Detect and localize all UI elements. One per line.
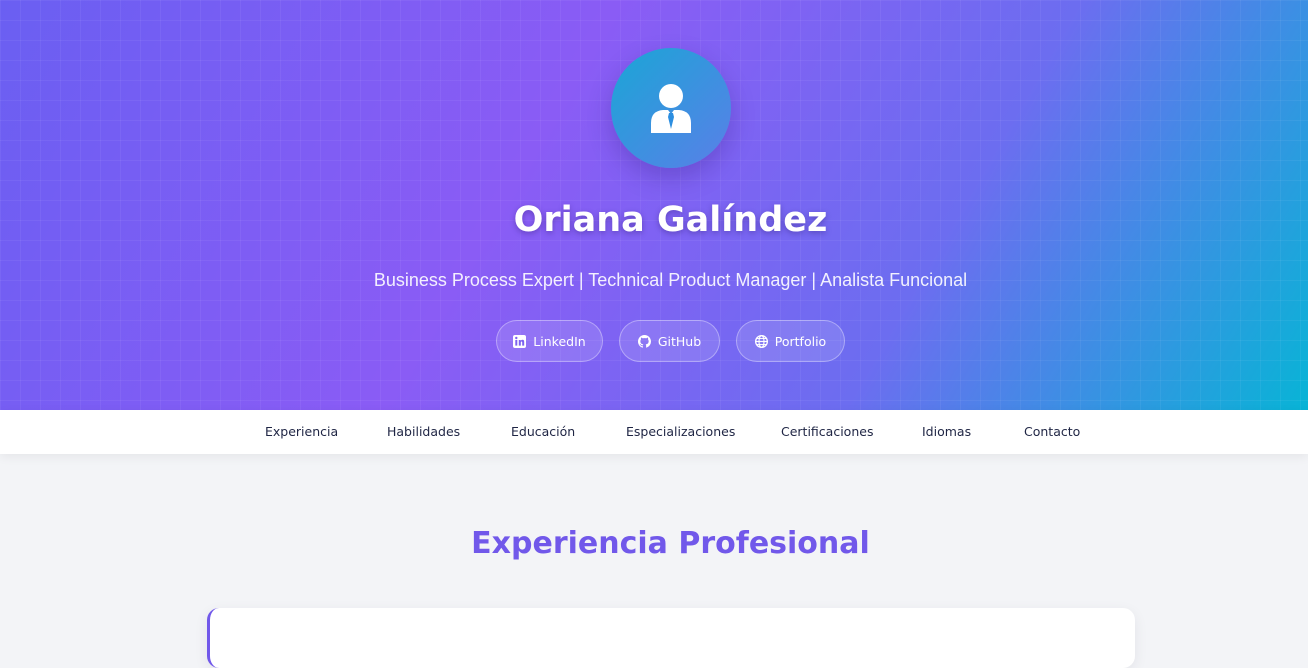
linkedin-button[interactable]: LinkedIn [496, 320, 603, 362]
user-tie-icon [651, 84, 691, 133]
portfolio-label: Portfolio [774, 333, 827, 349]
nav-item-habilidades[interactable]: Habilidades [387, 410, 460, 454]
profile-tagline: Business Process Expert | Technical Prod… [373, 270, 968, 290]
avatar [611, 48, 731, 168]
nav-item-certificaciones[interactable]: Certificaciones [781, 410, 873, 454]
linkedin-icon [513, 334, 527, 348]
nav-item-contacto[interactable]: Contacto [1024, 410, 1080, 454]
hero-header: Oriana Galíndez Business Process Expert … [0, 0, 1308, 410]
github-button[interactable]: GitHub [619, 320, 720, 362]
linkedin-label: LinkedIn [533, 333, 586, 349]
globe-icon [754, 334, 768, 348]
section-navbar: Experiencia Habilidades Educación Especi… [0, 410, 1308, 454]
nav-item-experiencia[interactable]: Experiencia [265, 410, 338, 454]
section-title-experiencia: Experiencia Profesional [471, 526, 870, 561]
github-label: GitHub [657, 333, 702, 349]
portfolio-button[interactable]: Portfolio [736, 320, 845, 362]
profile-name: Oriana Galíndez [513, 200, 828, 240]
nav-item-educacion[interactable]: Educación [511, 410, 575, 454]
nav-item-especializaciones[interactable]: Especializaciones [626, 410, 735, 454]
nav-item-idiomas[interactable]: Idiomas [922, 410, 971, 454]
github-icon [637, 334, 651, 348]
experience-card [207, 608, 1135, 668]
